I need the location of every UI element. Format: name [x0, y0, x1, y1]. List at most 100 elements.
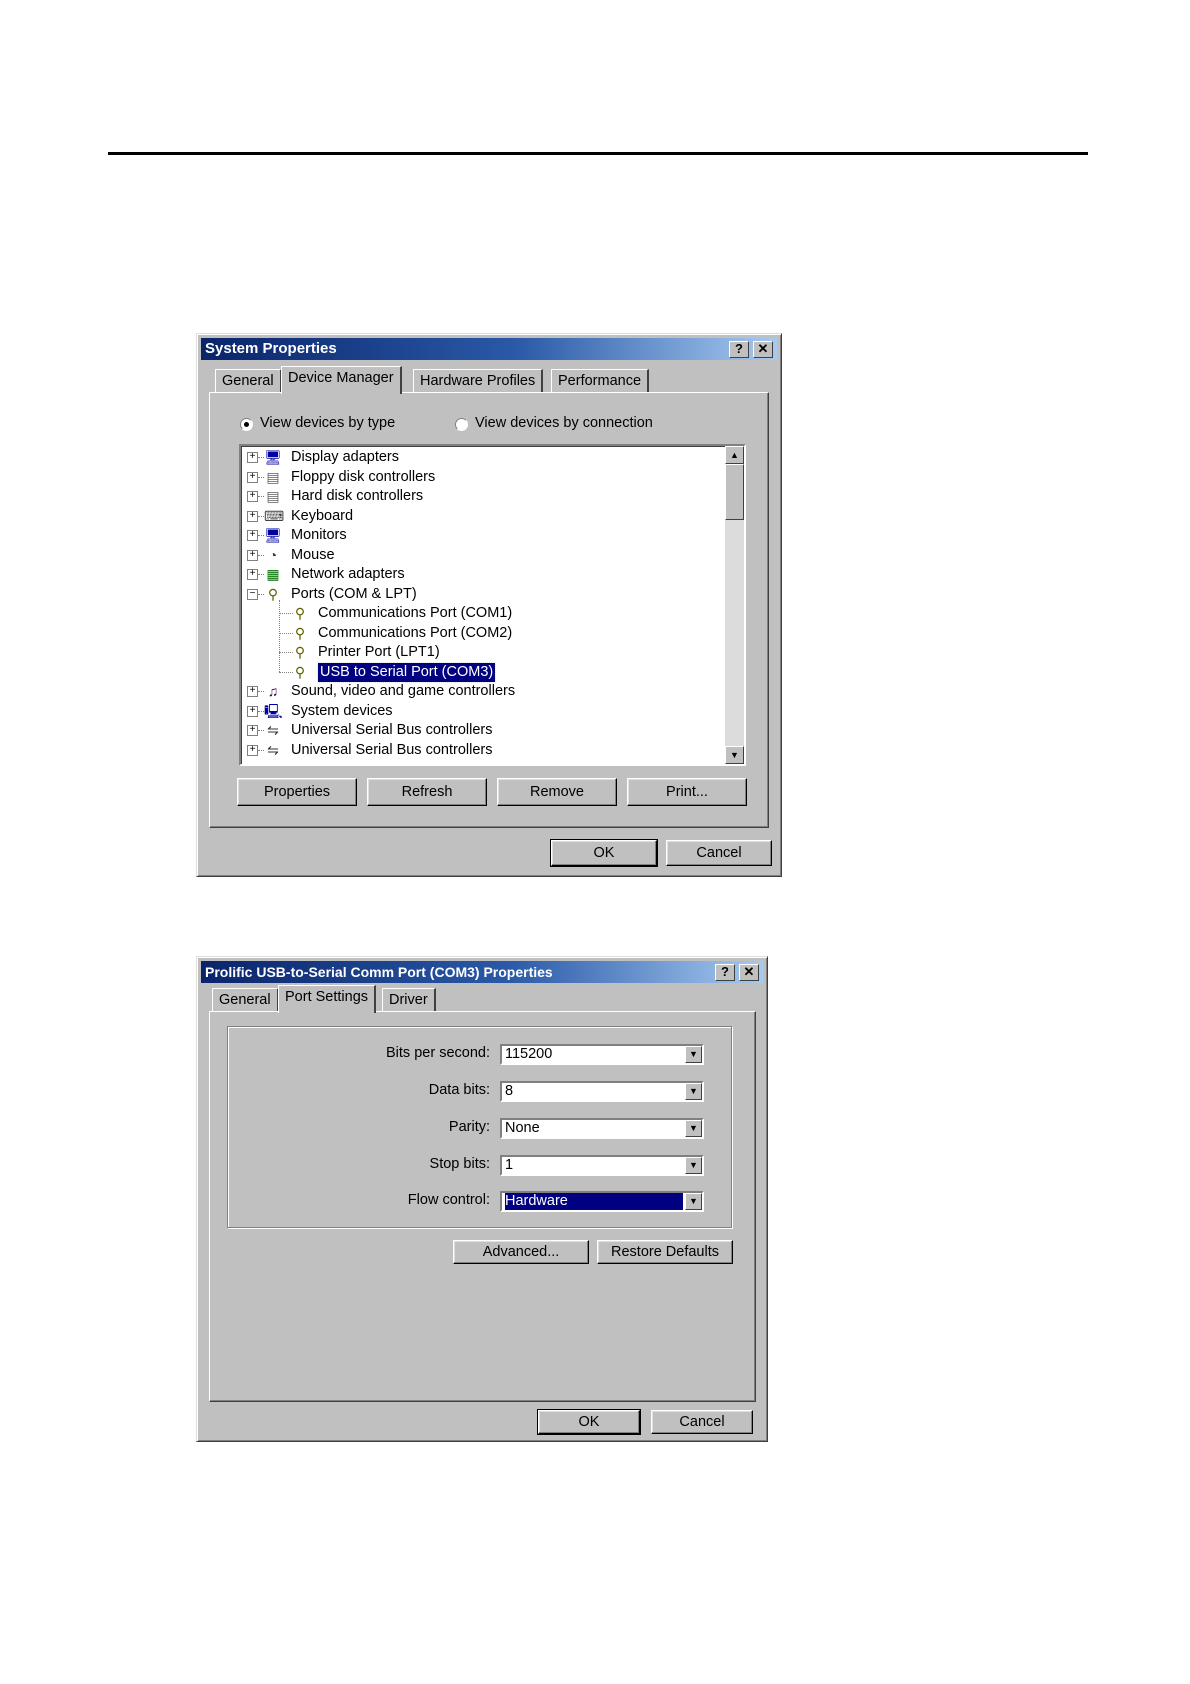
tree-scrollbar[interactable]: ▲ ▼	[725, 446, 744, 764]
port-icon: ⚲	[294, 663, 306, 680]
dropdown-arrow-icon[interactable]: ▼	[685, 1120, 702, 1137]
print-button[interactable]: Print...	[627, 778, 747, 806]
radio-view-by-type-label: View devices by type	[260, 415, 396, 431]
data-bits-select[interactable]: 8 ▼	[500, 1081, 704, 1102]
tree-item[interactable]: Universal Serial Bus controllers	[291, 741, 492, 760]
tab-hardware-profiles[interactable]: Hardware Profiles	[413, 369, 544, 393]
disk-controller-icon: ▤	[266, 488, 280, 504]
advanced-button[interactable]: Advanced...	[453, 1240, 589, 1264]
tree-item[interactable]: Communications Port (COM1)	[318, 604, 512, 623]
tree-item[interactable]: Network adapters	[291, 565, 405, 584]
tab-general[interactable]: General	[212, 988, 279, 1012]
tree-item[interactable]: Sound, video and game controllers	[291, 682, 515, 701]
ok-button[interactable]: OK	[550, 839, 658, 867]
system-properties-window: System Properties ? ✕ General Device Man…	[196, 333, 782, 877]
tree-expander[interactable]: +	[247, 491, 258, 502]
radio-view-by-connection[interactable]	[455, 418, 468, 431]
help-button[interactable]: ?	[729, 341, 749, 358]
tree-expander[interactable]: +	[247, 569, 258, 580]
close-button[interactable]: ✕	[753, 341, 773, 358]
refresh-button[interactable]: Refresh	[367, 778, 487, 806]
tree-item[interactable]: System devices	[291, 702, 393, 721]
port-settings-panel: Bits per second: 115200 ▼ Data bits: 8 ▼…	[209, 1011, 756, 1402]
tab-general[interactable]: General	[215, 369, 282, 393]
tab-performance[interactable]: Performance	[551, 369, 650, 393]
scroll-down-arrow-icon[interactable]: ▼	[725, 746, 744, 764]
port-icon: ⚲	[294, 644, 306, 660]
tree-expander[interactable]: +	[247, 452, 258, 463]
tree-connector	[279, 600, 280, 672]
stop-bits-value: 1	[505, 1157, 514, 1173]
restore-defaults-button[interactable]: Restore Defaults	[597, 1240, 733, 1264]
dropdown-arrow-icon[interactable]: ▼	[685, 1046, 702, 1063]
window-title: Prolific USB-to-Serial Comm Port (COM3) …	[201, 961, 763, 983]
scroll-up-arrow-icon[interactable]: ▲	[725, 446, 744, 464]
tab-device-manager[interactable]: Device Manager	[281, 366, 402, 394]
computer-icon: 🖳	[264, 702, 283, 719]
port-icon: ⚲	[294, 624, 306, 641]
keyboard-icon: ⌨	[264, 507, 285, 524]
bits-per-second-value: 115200	[505, 1046, 553, 1062]
tree-expander[interactable]: +	[247, 471, 258, 483]
tree-expander[interactable]: +	[247, 549, 258, 561]
port-properties-window: Prolific USB-to-Serial Comm Port (COM3) …	[196, 956, 768, 1442]
tree-item-selected[interactable]: USB to Serial Port (COM3)	[316, 661, 497, 683]
tree-item[interactable]: Universal Serial Bus controllers	[291, 721, 492, 740]
close-button[interactable]: ✕	[739, 964, 759, 981]
tree-item[interactable]: Printer Port (LPT1)	[318, 643, 440, 662]
stop-bits-select[interactable]: 1 ▼	[500, 1155, 704, 1176]
tree-item[interactable]: Display adapters	[291, 448, 399, 467]
page-divider	[108, 152, 1088, 155]
tree-expander[interactable]: +	[247, 744, 258, 756]
remove-button[interactable]: Remove	[497, 778, 617, 806]
data-bits-label: Data bits:	[428, 1082, 490, 1098]
dropdown-arrow-icon[interactable]: ▼	[685, 1157, 702, 1174]
tree-expander[interactable]: +	[247, 530, 258, 541]
bits-per-second-label: Bits per second:	[386, 1045, 490, 1061]
dropdown-arrow-icon[interactable]: ▼	[685, 1083, 702, 1100]
ok-button[interactable]: OK	[537, 1409, 641, 1435]
tree-item[interactable]: Ports (COM & LPT)	[291, 585, 417, 604]
window-title: System Properties	[201, 338, 777, 360]
network-adapter-icon: ▦	[266, 566, 280, 582]
flow-control-label: Flow control:	[407, 1192, 490, 1208]
sound-icon: ♫	[267, 683, 279, 699]
properties-button[interactable]: Properties	[237, 778, 357, 806]
tree-expander[interactable]: +	[247, 510, 258, 522]
tree-expander[interactable]: +	[247, 725, 258, 736]
stop-bits-label: Stop bits:	[429, 1156, 490, 1172]
tree-item[interactable]: Communications Port (COM2)	[318, 624, 512, 643]
cancel-button[interactable]: Cancel	[666, 840, 772, 866]
parity-value: None	[505, 1120, 540, 1136]
usb-icon: ⇋	[267, 722, 279, 738]
radio-view-by-connection-label: View devices by connection	[475, 415, 653, 431]
monitor-icon: 🖥	[264, 527, 282, 543]
tab-driver[interactable]: Driver	[382, 988, 436, 1012]
tree-item[interactable]: Keyboard	[291, 507, 353, 526]
bits-per-second-select[interactable]: 115200 ▼	[500, 1044, 704, 1065]
tree-item[interactable]: Mouse	[291, 546, 335, 565]
help-button[interactable]: ?	[715, 964, 735, 981]
tree-item[interactable]: Floppy disk controllers	[291, 468, 435, 487]
flow-control-select[interactable]: Hardware ▼	[500, 1191, 704, 1212]
device-tree[interactable]: + 🖥 Display adapters + ▤ Floppy disk controll…	[239, 444, 746, 766]
tree-expander[interactable]: +	[247, 686, 258, 697]
device-manager-panel: View devices by type View devices by con…	[209, 392, 769, 828]
mouse-icon: ◔	[268, 546, 278, 563]
port-icon: ⚲	[294, 605, 306, 621]
cancel-button[interactable]: Cancel	[651, 1410, 753, 1434]
disk-controller-icon: ▤	[266, 468, 280, 485]
radio-view-by-type[interactable]	[240, 418, 253, 431]
usb-icon: ⇋	[267, 741, 279, 758]
tree-expander[interactable]: +	[247, 705, 258, 717]
parity-label: Parity:	[448, 1119, 490, 1135]
data-bits-value: 8	[505, 1083, 514, 1099]
flow-control-value: Hardware	[505, 1193, 683, 1210]
tab-port-settings[interactable]: Port Settings	[278, 985, 377, 1013]
parity-select[interactable]: None ▼	[500, 1118, 704, 1139]
dropdown-arrow-icon[interactable]: ▼	[685, 1193, 702, 1210]
tree-item[interactable]: Monitors	[291, 526, 347, 545]
scroll-thumb[interactable]	[725, 464, 744, 520]
tree-expander[interactable]: −	[247, 588, 258, 600]
tree-item[interactable]: Hard disk controllers	[291, 487, 423, 506]
